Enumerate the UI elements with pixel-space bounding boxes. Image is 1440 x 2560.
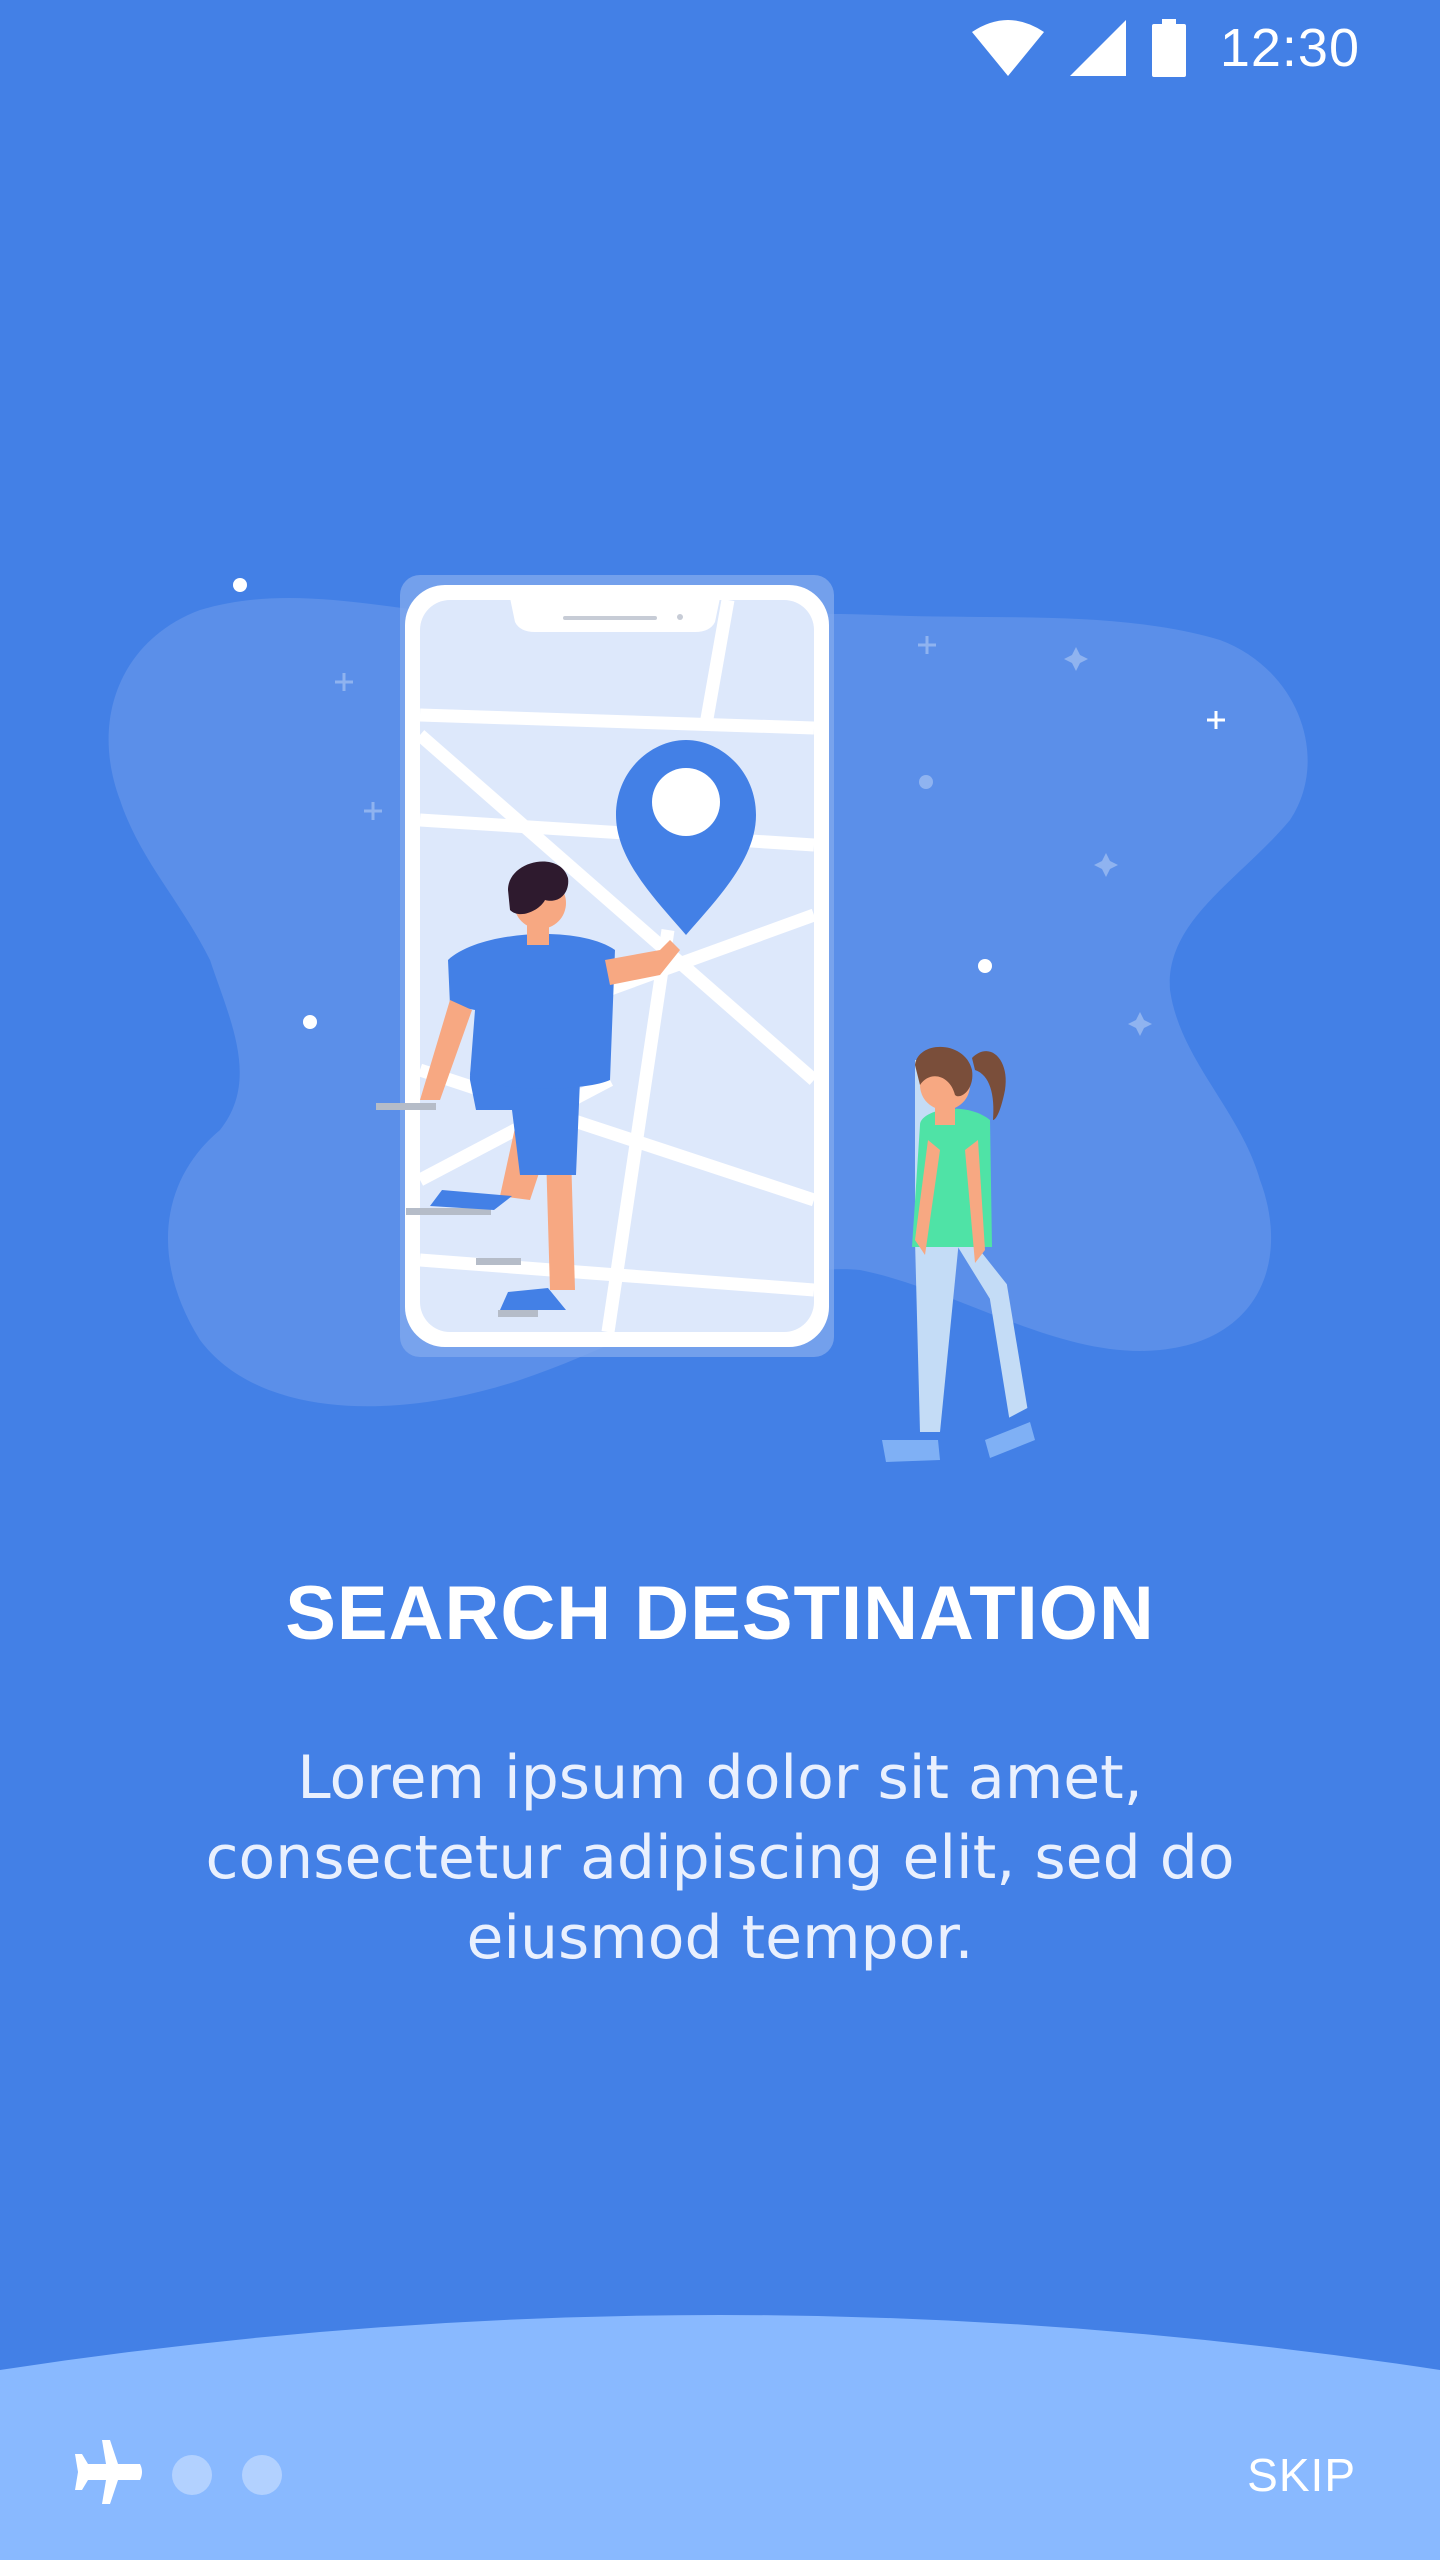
skip-button[interactable]: SKIP bbox=[1243, 2440, 1360, 2510]
onboarding-screen: 12:30 SEARCH DESTINATION Lorem ipsum dol… bbox=[0, 0, 1440, 2560]
page-indicator bbox=[72, 2440, 282, 2509]
footer: SKIP bbox=[0, 2400, 1440, 2540]
search-destination-illustration bbox=[0, 540, 1440, 1480]
wifi-icon bbox=[971, 20, 1044, 76]
airplane-icon[interactable] bbox=[72, 2440, 142, 2509]
page-dot-2[interactable] bbox=[172, 2454, 212, 2495]
page-title: SEARCH DESTINATION bbox=[285, 1571, 1155, 1656]
cellular-signal-icon bbox=[1069, 20, 1126, 76]
status-bar: 12:30 bbox=[0, 0, 1440, 96]
status-time: 12:30 bbox=[1219, 18, 1360, 78]
page-description: Lorem ipsum dolor sit amet, consectetur … bbox=[205, 1743, 1235, 1973]
page-dot-3[interactable] bbox=[242, 2454, 282, 2495]
battery-icon bbox=[1151, 19, 1186, 77]
status-icons: 12:30 bbox=[971, 16, 1360, 80]
